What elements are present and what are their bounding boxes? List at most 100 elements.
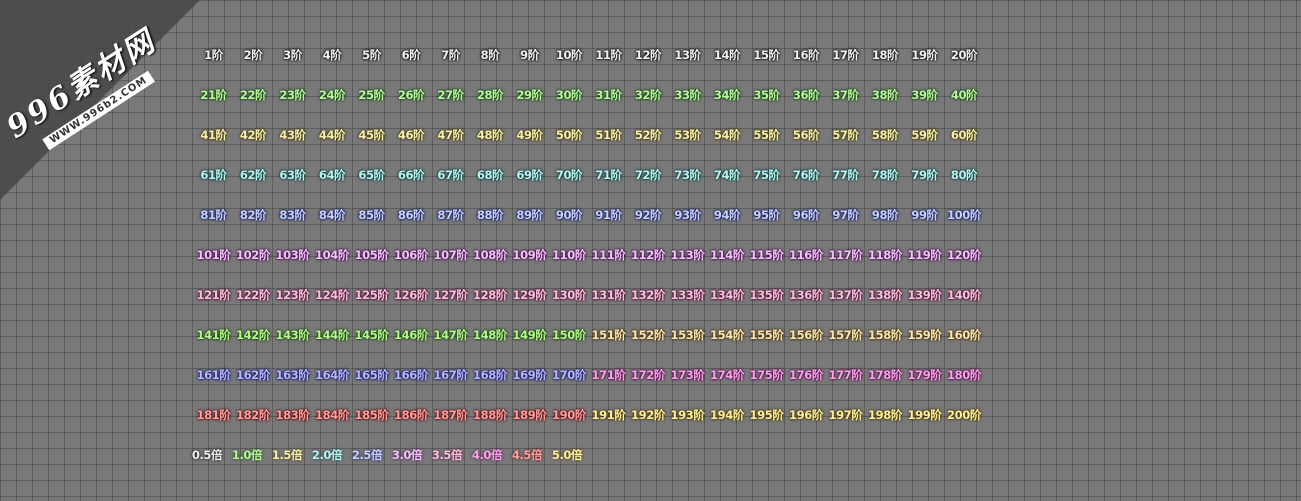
tier-label: 86阶 <box>397 208 425 222</box>
tier-label: 102阶 <box>236 248 270 262</box>
multiplier-label: 1.0倍 <box>231 448 263 462</box>
tier-label: 43阶 <box>279 128 306 142</box>
tier-label: 131阶 <box>591 288 626 302</box>
tier-label: 175阶 <box>749 368 784 382</box>
tier-label: 111阶 <box>591 248 626 262</box>
tier-label: 152阶 <box>631 328 665 342</box>
tier-label: 100阶 <box>947 208 981 222</box>
tier-label: 107阶 <box>433 248 468 262</box>
tier-label: 194阶 <box>710 408 744 422</box>
tier-label: 28阶 <box>476 88 504 102</box>
tier-label: 71阶 <box>595 168 622 182</box>
tier-label: 167阶 <box>433 368 468 382</box>
tier-label: 21阶 <box>200 88 227 102</box>
tier-label: 127阶 <box>433 288 468 302</box>
tier-label: 157阶 <box>828 328 863 342</box>
tier-label: 193阶 <box>670 408 705 422</box>
watermark-title: 996素材网 <box>0 23 163 146</box>
tier-label: 42阶 <box>239 128 267 142</box>
tier-label: 69阶 <box>516 168 543 182</box>
tier-label: 151阶 <box>591 328 626 342</box>
tier-label: 39阶 <box>911 88 938 102</box>
tier-label: 118阶 <box>868 248 902 262</box>
tier-label: 88阶 <box>476 208 504 222</box>
tier-label: 61阶 <box>200 168 227 182</box>
tier-label: 178阶 <box>868 368 902 382</box>
tier-label: 49阶 <box>516 128 543 142</box>
tier-label: 140阶 <box>947 288 981 302</box>
tier-label: 132阶 <box>631 288 665 302</box>
tier-label: 156阶 <box>789 328 823 342</box>
tier-label: 65阶 <box>358 168 385 182</box>
tier-label: 93阶 <box>674 208 701 222</box>
tier-label: 148阶 <box>473 328 507 342</box>
multiplier-label: 3.5倍 <box>431 448 463 462</box>
tier-label: 122阶 <box>236 288 270 302</box>
tier-label: 6阶 <box>401 48 421 62</box>
tier-label: 67阶 <box>437 168 464 182</box>
watermark-band: 996素材网 WWW.996b2.COM <box>0 0 199 178</box>
tier-label: 46阶 <box>397 128 425 142</box>
tier-label: 45阶 <box>358 128 385 142</box>
tier-label: 44阶 <box>318 128 346 142</box>
tier-label: 91阶 <box>595 208 622 222</box>
tier-label: 191阶 <box>591 408 626 422</box>
tier-label: 139阶 <box>907 288 942 302</box>
tier-label: 24阶 <box>318 88 346 102</box>
tier-label: 190阶 <box>552 408 586 422</box>
tier-label: 119阶 <box>907 248 942 262</box>
tier-label: 87阶 <box>437 208 464 222</box>
tier-label: 141阶 <box>196 328 231 342</box>
tier-label: 105阶 <box>354 248 389 262</box>
watermark-url: WWW.996b2.COM <box>42 70 155 151</box>
tier-label: 109阶 <box>512 248 547 262</box>
tier-label: 187阶 <box>433 408 468 422</box>
tier-label: 9阶 <box>520 48 539 62</box>
tier-label: 126阶 <box>394 288 428 302</box>
tier-label: 149阶 <box>512 328 547 342</box>
tier-label: 129阶 <box>512 288 547 302</box>
tier-label: 72阶 <box>634 168 662 182</box>
tier-label: 138阶 <box>868 288 902 302</box>
tier-label: 182阶 <box>236 408 270 422</box>
tier-label: 99阶 <box>911 208 938 222</box>
tier-label: 114阶 <box>710 248 744 262</box>
tier-label: 27阶 <box>437 88 464 102</box>
tier-label: 162阶 <box>236 368 270 382</box>
tier-label: 104阶 <box>315 248 349 262</box>
tier-label: 165阶 <box>354 368 389 382</box>
tier-label: 13阶 <box>674 48 701 62</box>
tier-label: 200阶 <box>947 408 981 422</box>
tier-label: 199阶 <box>907 408 942 422</box>
tier-label: 123阶 <box>275 288 310 302</box>
tier-label: 60阶 <box>950 128 978 142</box>
tier-label: 55阶 <box>753 128 780 142</box>
tier-label: 96阶 <box>792 208 820 222</box>
tier-label: 184阶 <box>315 408 349 422</box>
tier-label: 177阶 <box>828 368 863 382</box>
tier-label: 57阶 <box>832 128 859 142</box>
tier-label: 160阶 <box>947 328 981 342</box>
tier-label: 25阶 <box>358 88 385 102</box>
tier-label: 37阶 <box>832 88 859 102</box>
tier-label: 34阶 <box>713 88 741 102</box>
tier-label: 163阶 <box>275 368 310 382</box>
tier-label: 59阶 <box>911 128 938 142</box>
tier-label: 3阶 <box>283 48 302 62</box>
tier-label: 31阶 <box>595 88 622 102</box>
tier-label: 106阶 <box>394 248 428 262</box>
tier-label: 73阶 <box>674 168 701 182</box>
tier-label: 85阶 <box>358 208 385 222</box>
tier-label: 35阶 <box>753 88 780 102</box>
tier-label: 12阶 <box>634 48 662 62</box>
tier-label: 92阶 <box>634 208 662 222</box>
tier-label: 38阶 <box>871 88 899 102</box>
tier-label: 50阶 <box>555 128 583 142</box>
tier-label: 117阶 <box>828 248 863 262</box>
tier-label: 195阶 <box>749 408 784 422</box>
tier-label: 32阶 <box>634 88 662 102</box>
tier-label: 174阶 <box>710 368 744 382</box>
tier-label: 186阶 <box>394 408 428 422</box>
tier-label: 146阶 <box>394 328 428 342</box>
tier-label: 81阶 <box>200 208 227 222</box>
